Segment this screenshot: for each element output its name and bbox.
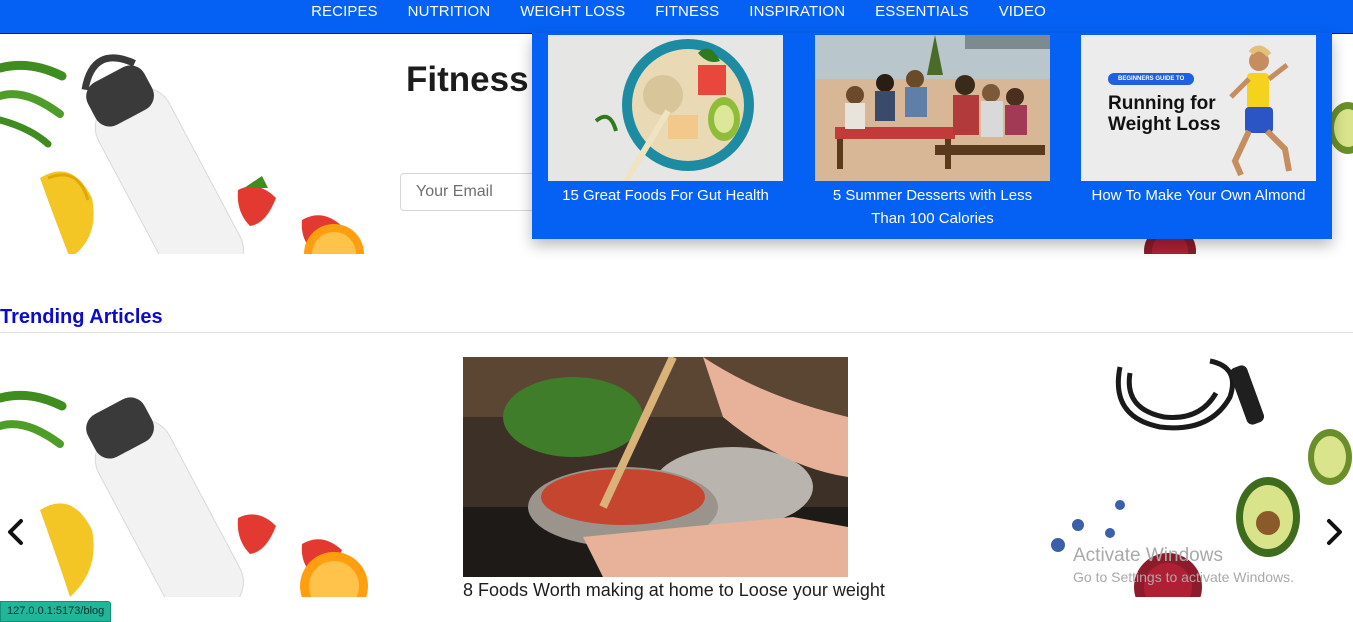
carousel-article-caption[interactable]: 8 Foods Worth making at home to Loose yo… (463, 580, 885, 601)
nav-item-recipes[interactable]: RECIPES (296, 0, 393, 21)
carousel-left-image[interactable] (0, 390, 375, 597)
dropdown-article-caption: 5 Summer Desserts with Less Than 100 Cal… (832, 187, 1033, 227)
beach-picnic-image (815, 35, 1050, 181)
dropdown-article-card[interactable]: 15 Great Foods For Gut Health (548, 35, 783, 207)
watermark-title: Activate Windows (1073, 545, 1223, 566)
watermark-subtitle: Go to Settings to activate Windows. (1073, 569, 1294, 585)
salad-bowl-image (548, 35, 783, 181)
carousel-next-button[interactable] (1322, 518, 1346, 546)
page-title: Fitness (406, 60, 529, 99)
dropdown-article-card[interactable]: BEGINNERS GUIDE TO Running for Weight Lo… (1081, 35, 1316, 207)
nav-item-nutrition[interactable]: NUTRITION (393, 0, 506, 21)
trending-articles-heading: Trending Articles (0, 306, 163, 328)
nav-item-video[interactable]: VIDEO (984, 0, 1061, 21)
windows-activation-watermark: Activate Windows Go to Settings to activ… (1073, 545, 1294, 587)
section-divider (0, 332, 1353, 333)
nav-item-essentials[interactable]: ESSENTIALS (860, 0, 984, 21)
carousel-featured-image[interactable] (463, 357, 848, 577)
nav-item-fitness[interactable]: FITNESS (640, 0, 734, 21)
chevron-left-icon (8, 519, 23, 545)
dropdown-article-caption: 15 Great Foods For Gut Health (562, 187, 769, 204)
nav-item-inspiration[interactable]: INSPIRATION (734, 0, 860, 21)
nav-item-weight-loss[interactable]: WEIGHT LOSS (505, 0, 640, 21)
hero-left-food-image (0, 48, 375, 254)
fitness-dropdown-menu: 15 Great Foods For Gut Health 5 Summer D (532, 33, 1332, 239)
chevron-right-icon (1327, 519, 1342, 545)
running-weight-loss-image: BEGINNERS GUIDE TO Running for Weight Lo… (1081, 35, 1316, 181)
link-status-url: 127.0.0.1:5173/blog (0, 601, 112, 622)
dropdown-article-caption: How To Make Your Own Almond (1091, 187, 1306, 204)
dropdown-article-card[interactable]: 5 Summer Desserts with Less Than 100 Cal… (815, 35, 1050, 230)
carousel-prev-button[interactable] (4, 518, 28, 546)
top-navigation: RECIPES NUTRITION WEIGHT LOSS FITNESS IN… (0, 0, 1353, 34)
